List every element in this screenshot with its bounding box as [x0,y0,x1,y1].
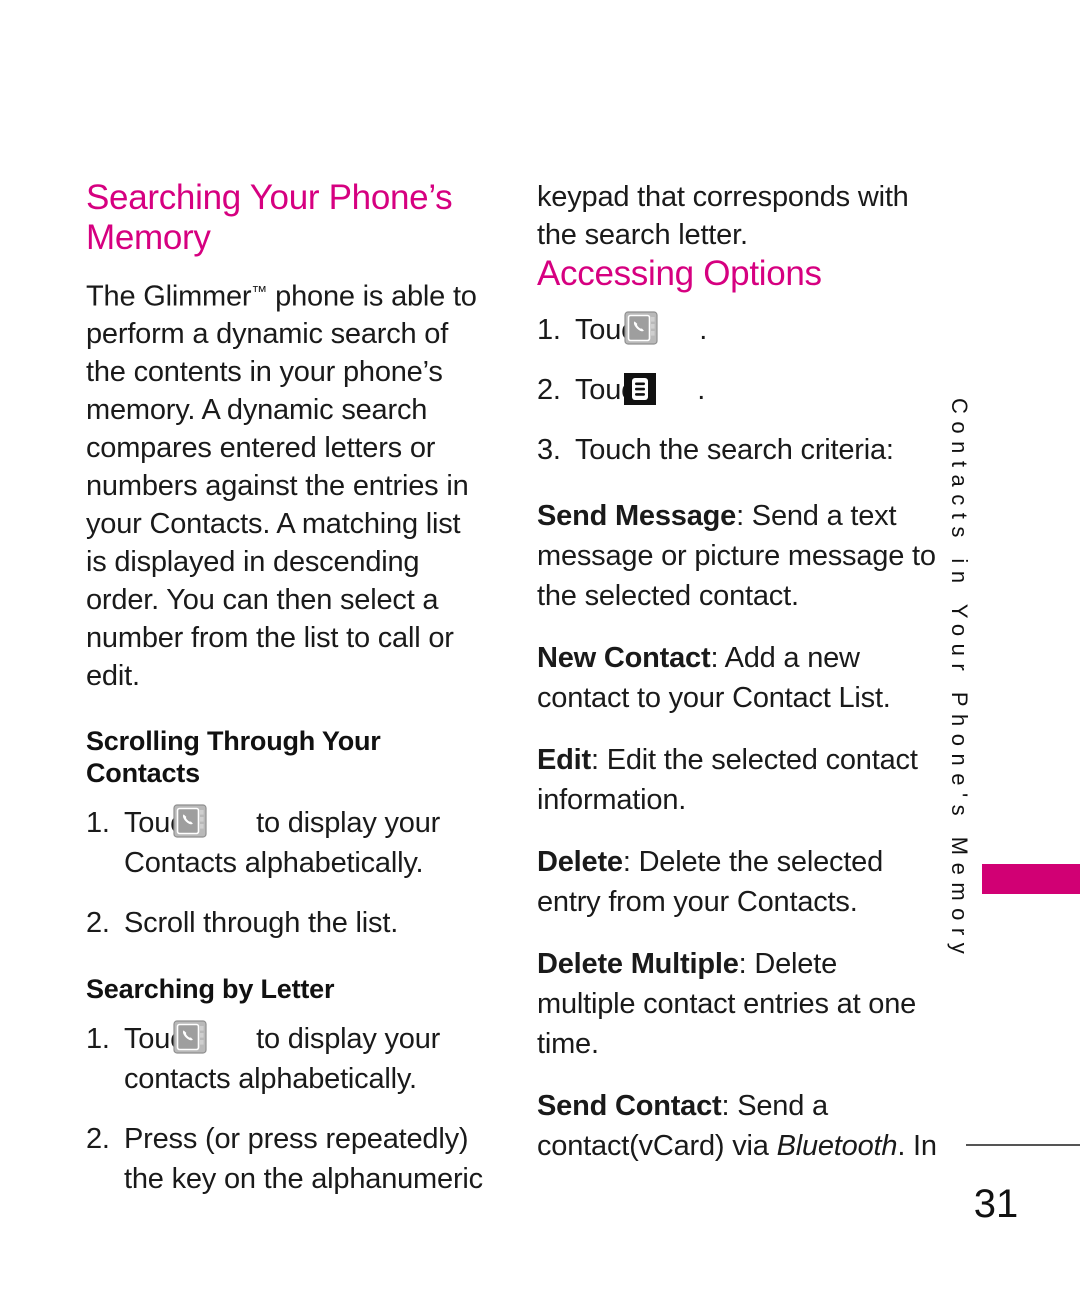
step-number: 1. [86,1023,110,1056]
trademark-symbol: ™ [251,284,268,301]
option-term: New Contact [537,642,711,674]
list-item: 1. Touch to display your Contacts alphabe… [86,803,486,883]
option-term: Edit [537,744,591,776]
contacts-book-icon[interactable] [173,804,245,838]
list-item: 2. Press (or press repeatedly) the key on… [86,1119,486,1199]
step-number: 2. [537,374,561,406]
list-item: 1. Touch . [537,310,937,350]
right-column: keypad that corresponds with the search … [537,178,937,1188]
page-title-searching-memory: Searching Your Phone’s Memory [86,178,453,257]
option-send-message: Send Message: Send a text message or pic… [537,496,937,616]
option-term: Send Contact [537,1090,722,1122]
footer-divider [966,1144,1080,1146]
step-text: Touch the search criteria: [575,434,894,466]
option-term: Send Message [537,500,737,532]
step-number: 2. [86,1123,110,1156]
step-number: 3. [537,434,561,466]
subheading-scrolling-through-contacts: Scrolling Through Your Contacts [86,726,381,789]
step-text-after-icon: . [697,374,706,406]
option-separator: : [738,948,755,980]
intro-paragraph: The Glimmer™ phone is able to perform a … [86,274,486,695]
option-edit: Edit: Edit the selected contact informat… [537,740,937,820]
list-item: 3. Touch the search criteria: [537,430,937,470]
intro-text-after-trademark: phone is able to perform a dynamic searc… [86,280,477,693]
option-separator: : [721,1090,738,1122]
page-number: 31 [973,1182,1019,1226]
intro-text-before-trademark: The Glimmer [86,280,252,313]
option-separator: : [622,846,639,878]
contacts-book-icon[interactable] [624,311,696,345]
side-tab-marker [982,864,1080,894]
step-text-after-icon: . [699,314,708,346]
menu-options-icon[interactable] [624,373,694,405]
option-term: Delete Multiple [537,948,739,980]
manual-page: Searching Your Phone’s Memory The Glimme… [0,0,1080,1295]
page-title-accessing-options: Accessing Options [537,254,822,293]
step-number: 1. [537,314,561,346]
continued-paragraph: keypad that corresponds with the search … [537,181,909,251]
step-text: Press (or press repeatedly) the key on t… [124,1123,483,1196]
side-tab-label: Contacts in Your Phone's Memory [947,398,972,962]
list-item: 1. Touch to display your contacts alphabe… [86,1019,486,1099]
list-item: 2. Touch . [537,370,937,410]
option-send-contact: Send Contact: Send a contact(vCard) via … [537,1086,937,1166]
option-delete-multiple: Delete Multiple: Delete multiple contact… [537,944,937,1064]
list-item: 2. Scroll through the list. [86,903,486,943]
option-separator: : [590,744,607,776]
option-term: Delete [537,846,623,878]
subheading-searching-by-letter: Searching by Letter [86,974,335,1005]
option-delete: Delete: Delete the selected entry from y… [537,842,937,922]
option-separator: : [710,642,725,674]
option-new-contact: New Contact: Add a new contact to your C… [537,638,937,718]
step-text: Scroll through the list. [124,907,399,940]
option-description-tail: . In [897,1130,937,1162]
option-separator: : [736,500,752,532]
step-number: 2. [86,907,110,940]
left-column: Searching Your Phone’s Memory The Glimme… [86,178,486,1219]
contacts-book-icon[interactable] [173,1020,245,1054]
option-italic-term: Bluetooth [776,1130,898,1162]
step-number: 1. [86,807,110,840]
